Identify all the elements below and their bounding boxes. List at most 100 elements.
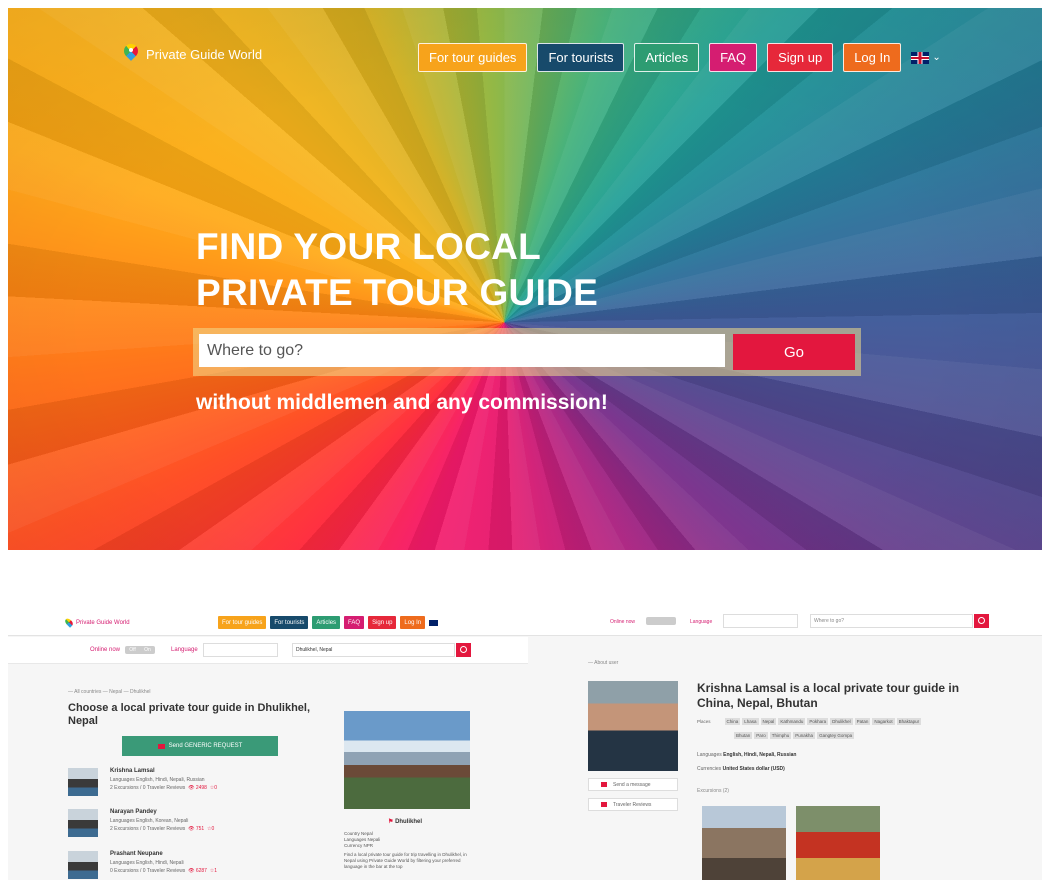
guide-avatar[interactable] [68,851,98,879]
nav-log-in-button[interactable]: Log In [843,43,902,72]
nav-for-tourists-button[interactable]: For tourists [537,43,625,72]
nav-for-tour-guides-button[interactable]: For tour guides [418,43,528,72]
guide-languages: Languages English, Hindi, Nepali [110,860,184,866]
places-row-2: Bhutan Paro Thimphu Punakha Gangtey Gomp… [734,732,855,739]
hero-tagline: without middlemen and any commission! [196,391,608,414]
headline-line-2: PRIVATE TOUR GUIDE [196,272,599,313]
traveler-reviews-button[interactable]: Traveler Reviews [588,798,678,811]
places-row-1: Places China Lhasa Nepal Kathmandu Pokha… [697,718,922,725]
breadcrumb[interactable]: — All countries — Nepal — Dhulikhel [68,689,151,695]
site-logo-text: Private Guide World [146,46,263,62]
guide-stats: 0 Excursions / 0 Traveler Reviews 👁 6287… [110,868,218,874]
thumb-left-header: Private Guide World For tour guides For … [8,608,528,636]
thumb-left-nav: For tour guides For tourists Articles FA… [218,616,439,629]
send-message-button[interactable]: Send a message [588,778,678,791]
hero-section: Private Guide World For tour guides For … [8,8,1042,550]
guide-list-item[interactable]: Krishna Lamsal Languages English, Hindi,… [68,768,217,796]
search-results-screenshot: Private Guide World For tour guides For … [8,608,528,880]
language-filter-input[interactable] [723,614,798,628]
place-tag[interactable]: Dhulikhel [830,718,853,725]
main-nav: For tour guides For tourists Articles FA… [418,43,941,72]
thumb-nav-sign-up[interactable]: Sign up [368,616,397,629]
online-now-toggle[interactable]: Off On [125,646,155,654]
currencies-line: Currencies United States dollar (USD) [697,766,785,772]
language-label: Language [171,647,198,653]
breadcrumb[interactable]: — About user [588,660,618,666]
thumb-nav-for-tour-guides[interactable]: For tour guides [218,616,267,629]
guide-languages: Languages English, Hindi, Nepali, Russia… [110,777,205,783]
guide-name[interactable]: Narayan Pandey [110,809,214,815]
guide-avatar[interactable] [68,768,98,796]
thumb-right-filter-bar: Online now Language Where to go? [528,608,1042,636]
thumb-nav-log-in[interactable]: Log In [400,616,426,629]
guide-profile-photo [588,681,678,771]
site-logo[interactable]: Private Guide World [124,44,262,64]
nepal-flag-icon: ⚑ [388,819,394,825]
language-filter-input[interactable] [203,643,278,657]
guide-list-item[interactable]: Prashant Neupane Languages English, Hind… [68,851,217,879]
toggle-off-label: Off [129,647,136,653]
toggle-on-label: On [144,647,151,653]
online-now-label: Online now [610,619,636,625]
place-tag[interactable]: Nepal [760,718,777,725]
place-tag[interactable]: Pokhara [807,718,829,725]
eye-icon: 👁 [188,826,195,832]
guide-stats: 2 Excursions / 0 Traveler Reviews 👁 751 … [110,826,215,832]
map-pin-logo-icon [124,44,138,64]
language-label: Language [690,619,713,625]
headline-line-1: FIND YOUR LOCAL [196,226,542,267]
place-tag[interactable]: Lhasa [742,718,759,725]
place-name: ⚑ Dhulikhel [388,819,423,825]
thumb-left-logo-text: Private Guide World [76,619,130,626]
destination-search-input[interactable] [199,334,725,367]
hero-search-box: Go [193,328,861,376]
go-button[interactable]: Go [733,334,855,370]
envelope-icon [601,782,607,787]
place-tag[interactable]: Nagarkot [872,718,895,725]
place-description: Find a local private tour guide for trip… [344,852,467,869]
envelope-icon [157,743,165,749]
place-info: Country Nepal Languages Nepali Currency … [344,831,470,870]
online-now-label: Online now [90,647,121,653]
place-tag[interactable]: Gangtey Gompa [817,732,855,739]
place-tag[interactable]: Bhutan [734,732,753,739]
send-generic-request-button[interactable]: Send GENERIC REQUEST [122,736,278,756]
guide-stats: 2 Excursions / 0 Traveler Reviews 👁 2498… [110,785,218,791]
uk-flag-icon[interactable] [429,619,439,626]
guide-list-item[interactable]: Narayan Pandey Languages English, Korean… [68,809,214,837]
guide-name[interactable]: Prashant Neupane [110,851,217,857]
thumb-right-search-input[interactable]: Where to go? [810,614,973,628]
excursion-photo[interactable] [796,806,880,880]
thumb-left-filter-bar: Online now Off On Language Dhulikhel, Ne… [8,637,528,664]
hero-headline: FIND YOUR LOCAL PRIVATE TOUR GUIDE [196,224,598,316]
place-tag[interactable]: Bhaktapur [896,718,922,725]
place-tag[interactable]: Thimphu [769,732,792,739]
excursion-photo[interactable] [702,806,786,880]
search-icon[interactable] [974,614,989,628]
language-selector[interactable]: ⌄ [911,51,941,64]
send-generic-request-label: Send GENERIC REQUEST [168,743,243,749]
thumb-left-logo[interactable]: Private Guide World [63,617,130,628]
search-icon[interactable] [456,643,471,657]
guide-languages: Languages English, Korean, Nepali [110,818,189,824]
guide-profile-screenshot: Online now Language Where to go? — About… [528,608,1042,880]
thumb-nav-articles[interactable]: Articles [312,616,341,629]
place-tag[interactable]: Patan [854,718,871,725]
excursions-label: Excursions (2) [697,788,729,794]
place-tag[interactable]: Paro [754,732,768,739]
thumb-left-search-input[interactable]: Dhulikhel, Nepal [292,643,455,657]
place-tag[interactable]: China [724,718,741,725]
profile-title: Krishna Lamsal is a local private tour g… [697,681,960,710]
guide-avatar[interactable] [68,809,98,837]
thumb-nav-for-tourists[interactable]: For tourists [270,616,309,629]
nav-articles-button[interactable]: Articles [634,43,700,72]
place-tag[interactable]: Punakha [793,732,816,739]
online-now-toggle[interactable] [646,617,676,625]
nav-sign-up-button[interactable]: Sign up [767,43,834,72]
guide-name[interactable]: Krishna Lamsal [110,768,217,774]
place-currency: Currency NPR [344,843,374,848]
eye-icon: 👁 [188,868,195,874]
thumb-nav-faq[interactable]: FAQ [344,616,365,629]
place-tag[interactable]: Kathmandu [778,718,806,725]
nav-faq-button[interactable]: FAQ [709,43,758,72]
